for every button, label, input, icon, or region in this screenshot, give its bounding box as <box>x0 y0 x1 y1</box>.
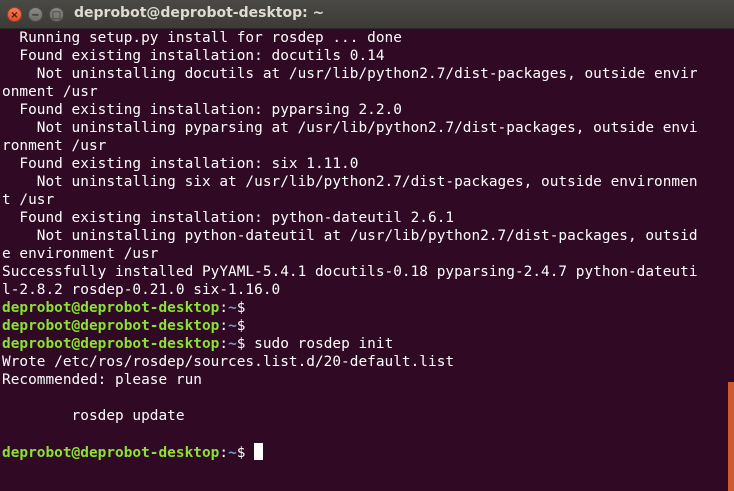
output-line: ronment /usr <box>2 138 107 154</box>
output-line: l-2.8.2 rosdep-0.21.0 six-1.16.0 <box>2 282 281 298</box>
output-line: Not uninstalling six at /usr/lib/python2… <box>2 174 698 190</box>
prompt-separator: : <box>219 318 229 334</box>
scrollbar-track[interactable] <box>728 29 734 491</box>
prompt-user-host: deprobot@deprobot-desktop <box>2 445 220 461</box>
prompt-path: ~ <box>228 318 237 334</box>
terminal-output[interactable]: Running setup.py install for rosdep ... … <box>2 29 726 462</box>
output-line: Not uninstalling docutils at /usr/lib/py… <box>2 66 698 82</box>
prompt-user-host: deprobot@deprobot-desktop <box>2 336 220 352</box>
prompt-separator: : <box>219 300 229 316</box>
output-line: Not uninstalling pyparsing at /usr/lib/p… <box>2 120 698 136</box>
prompt-symbol: $ <box>236 318 246 334</box>
scrollbar-thumb[interactable] <box>728 382 734 491</box>
active-prompt-line[interactable]: deprobot@deprobot-desktop:~$ <box>2 443 726 461</box>
prompt-line: deprobot@deprobot-desktop:~$ sudo rosdep… <box>2 335 726 353</box>
output-line: Found existing installation: python-date… <box>2 210 455 226</box>
prompt-path: ~ <box>228 445 237 461</box>
output-line: onment /usr <box>2 84 98 100</box>
output-line: Found existing installation: pyparsing 2… <box>2 102 402 118</box>
output-line: Recommended: please run <box>2 372 202 388</box>
minimize-button[interactable]: − <box>28 7 43 22</box>
prompt-user-host: deprobot@deprobot-desktop <box>2 300 220 316</box>
output-line: Found existing installation: six 1.11.0 <box>2 156 359 172</box>
output-line: Running setup.py install for rosdep ... … <box>2 30 402 46</box>
prompt-line: deprobot@deprobot-desktop:~$ <box>2 299 726 317</box>
output-line: e environment /usr <box>2 246 159 262</box>
prompt-command <box>245 445 254 461</box>
window-title: deprobot@deprobot-desktop: ~ <box>74 5 325 21</box>
prompt-path: ~ <box>228 300 237 316</box>
output-line: Successfully installed PyYAML-5.4.1 docu… <box>2 264 698 280</box>
prompt-user-host: deprobot@deprobot-desktop <box>2 318 220 334</box>
output-line: rosdep update <box>2 408 185 424</box>
output-line: t /usr <box>2 192 55 208</box>
minimize-icon: − <box>31 10 40 21</box>
title-bar[interactable]: × − □ deprobot@deprobot-desktop: ~ <box>0 0 734 29</box>
close-button[interactable]: × <box>7 7 22 22</box>
prompt-separator: : <box>219 445 229 461</box>
prompt-command: sudo rosdep init <box>245 336 394 352</box>
text-cursor[interactable] <box>254 443 264 460</box>
maximize-button[interactable]: □ <box>49 7 64 22</box>
output-line: Found existing installation: docutils 0.… <box>2 48 385 64</box>
output-line: Not uninstalling python-dateutil at /usr… <box>2 228 698 244</box>
close-icon: × <box>10 10 19 21</box>
prompt-path: ~ <box>228 336 237 352</box>
prompt-separator: : <box>219 336 229 352</box>
output-line: Wrote /etc/ros/rosdep/sources.list.d/20-… <box>2 354 455 370</box>
maximize-icon: □ <box>51 10 62 21</box>
prompt-symbol: $ <box>236 300 246 316</box>
prompt-line: deprobot@deprobot-desktop:~$ <box>2 317 726 335</box>
terminal-window: × − □ deprobot@deprobot-desktop: ~ Runni… <box>0 0 734 491</box>
